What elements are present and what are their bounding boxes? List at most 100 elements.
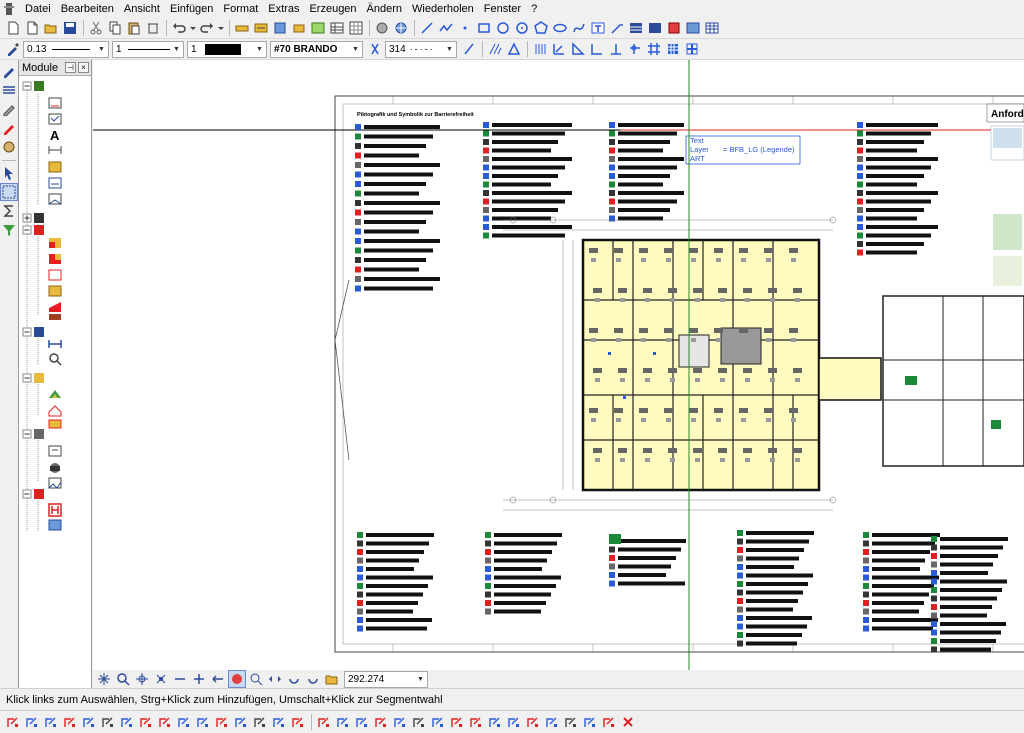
filter-icon[interactable] [0, 221, 18, 239]
rectangle-tool-button[interactable] [475, 19, 493, 37]
match-button[interactable] [486, 713, 504, 731]
array-button[interactable] [270, 713, 288, 731]
new-document-button[interactable] [4, 19, 22, 37]
fillet-button[interactable] [4, 713, 22, 731]
menu-wiederholen[interactable]: Wiederholen [407, 0, 479, 18]
chamfer-button[interactable] [23, 713, 41, 731]
break-button[interactable] [99, 713, 117, 731]
edit-text-button[interactable] [372, 713, 390, 731]
snap-tangent-button[interactable] [607, 40, 625, 58]
open-folder-button[interactable] [42, 19, 60, 37]
snap-parallel-button[interactable] [531, 40, 549, 58]
save-button[interactable] [61, 19, 79, 37]
redo-dropdown-icon[interactable] [217, 19, 225, 37]
sum-icon[interactable] [0, 202, 18, 220]
line-style-select[interactable]: 1 ▼ [112, 40, 184, 58]
select-arrow-icon[interactable] [0, 164, 18, 182]
zoom-extents-icon[interactable] [152, 670, 170, 688]
circle-tool-button[interactable] [494, 19, 512, 37]
zoom-window-icon[interactable] [133, 670, 151, 688]
menu-ansicht[interactable]: Ansicht [119, 0, 165, 18]
drawing-canvas[interactable]: Piktografik und Symbolik zur Barrierefre… [93, 60, 1024, 670]
layer-lines-icon[interactable] [0, 81, 18, 99]
copy-button[interactable] [213, 713, 231, 731]
menu-help[interactable]: ? [526, 0, 542, 18]
delete-button[interactable] [144, 19, 162, 37]
layer-tool-button[interactable] [271, 19, 289, 37]
line-tool-button[interactable] [418, 19, 436, 37]
align-button[interactable] [353, 713, 371, 731]
edit-attr-button[interactable] [448, 713, 466, 731]
menu-datei[interactable]: Datei [20, 0, 56, 18]
menu-bearbeiten[interactable]: Bearbeiten [56, 0, 119, 18]
edit-hatch-button[interactable] [391, 713, 409, 731]
dimension-tool-button[interactable] [252, 19, 270, 37]
cut-button[interactable] [87, 19, 105, 37]
zoom-all-icon[interactable] [95, 670, 113, 688]
solid-fill-button[interactable] [646, 19, 664, 37]
zoom-in-icon[interactable] [190, 670, 208, 688]
measure-icon[interactable] [0, 138, 18, 156]
move-button[interactable] [232, 713, 250, 731]
purge-button[interactable] [600, 713, 618, 731]
undo-button[interactable] [170, 19, 188, 37]
menu-aendern[interactable]: Ändern [362, 0, 407, 18]
divide-button[interactable] [315, 713, 333, 731]
wipeout-tool-button[interactable] [684, 19, 702, 37]
extend-button[interactable] [80, 713, 98, 731]
ellipse-tool-button[interactable] [551, 19, 569, 37]
scale-button[interactable] [156, 713, 174, 731]
menu-format[interactable]: Format [218, 0, 263, 18]
circle-center-tool-button[interactable] [513, 19, 531, 37]
menu-extras[interactable]: Extras [263, 0, 304, 18]
block-tool-button[interactable] [290, 19, 308, 37]
pen-tool-icon[interactable] [0, 62, 18, 80]
zoom-glass-icon[interactable] [114, 670, 132, 688]
redraw-icon[interactable] [304, 670, 322, 688]
ungroup-button[interactable] [581, 713, 599, 731]
pencil-icon[interactable] [0, 100, 18, 118]
rotate-view-icon[interactable] [285, 670, 303, 688]
join-button[interactable] [118, 713, 136, 731]
zoom-out-icon[interactable] [171, 670, 189, 688]
region-tool-button[interactable] [665, 19, 683, 37]
point-tool-button[interactable] [456, 19, 474, 37]
layer-select[interactable]: #70 BRANDO ▼ [270, 40, 363, 58]
text-tool-button[interactable] [589, 19, 607, 37]
menu-fenster[interactable]: Fenster [479, 0, 526, 18]
group-button[interactable] [562, 713, 580, 731]
layer-lock-icon[interactable] [366, 40, 384, 58]
line-scale-icon[interactable] [460, 40, 478, 58]
line-width-select[interactable]: 0.13 ▼ [23, 40, 109, 58]
snap-settings-button[interactable] [683, 40, 701, 58]
select-window-icon[interactable] [0, 183, 18, 201]
snap-matrix-button[interactable] [664, 40, 682, 58]
pan-icon[interactable] [266, 670, 284, 688]
polygon-tool-button[interactable] [532, 19, 550, 37]
layer-lock-button[interactable] [543, 713, 561, 731]
pipette-icon[interactable] [4, 40, 22, 58]
offset-button[interactable] [251, 713, 269, 731]
close-icon[interactable]: × [78, 62, 89, 73]
red-pen-icon[interactable] [0, 119, 18, 137]
pan-left-icon[interactable] [209, 670, 227, 688]
edit-dim-button[interactable] [410, 713, 428, 731]
app-icon[interactable] [2, 2, 16, 16]
zoom-active-icon[interactable] [228, 670, 246, 688]
pin-icon[interactable]: ⊣ [65, 62, 76, 73]
hatch-pattern-button[interactable] [486, 40, 504, 58]
layer-off-button[interactable] [505, 713, 523, 731]
redo-button[interactable] [198, 19, 216, 37]
image-tool-button[interactable] [309, 19, 327, 37]
zoom-folder-icon[interactable] [323, 670, 341, 688]
rotate-button[interactable] [175, 713, 193, 731]
ruler-tool-button[interactable] [233, 19, 251, 37]
table-tool-button[interactable] [328, 19, 346, 37]
menu-einfuegen[interactable]: Einfügen [165, 0, 218, 18]
stretch-button[interactable] [137, 713, 155, 731]
properties-button[interactable] [467, 713, 485, 731]
zoom-value-select[interactable]: 292.274 ▼ [344, 670, 428, 688]
menu-erzeugen[interactable]: Erzeugen [304, 0, 361, 18]
mirror-button[interactable] [194, 713, 212, 731]
globe-button[interactable] [392, 19, 410, 37]
